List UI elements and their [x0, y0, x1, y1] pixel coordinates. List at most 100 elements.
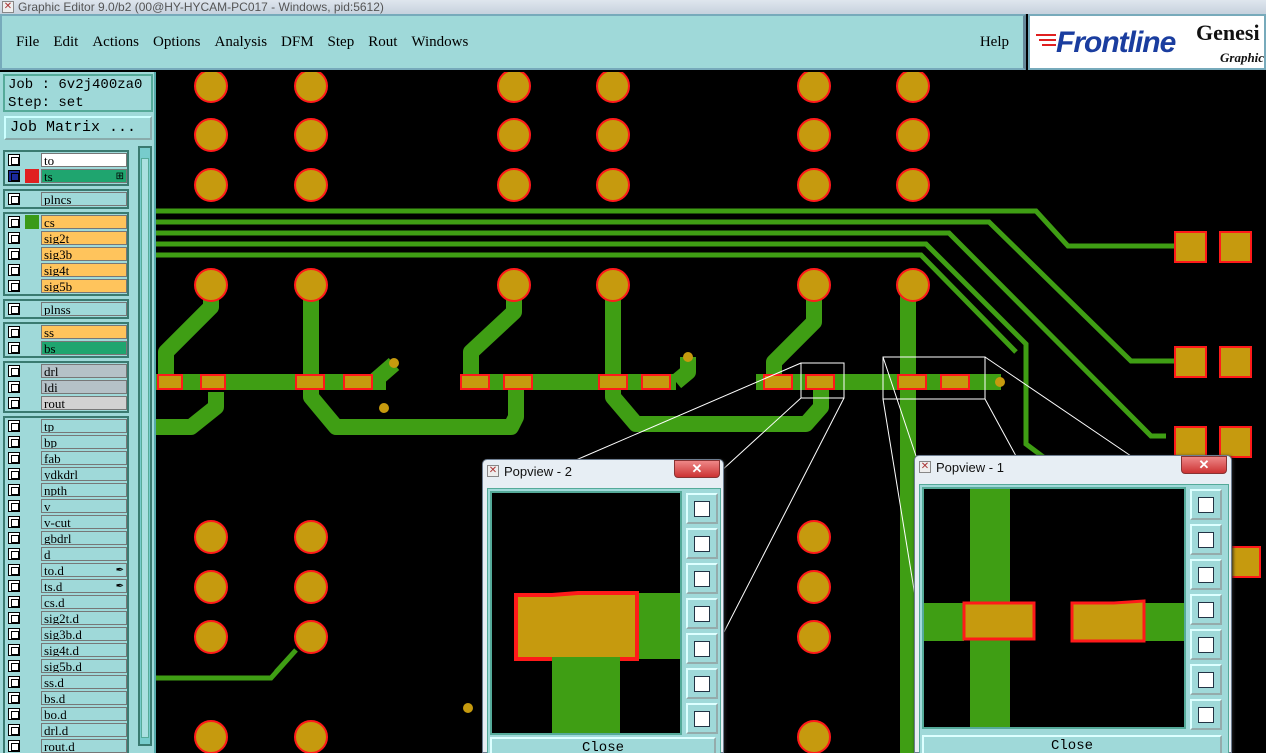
popview-2-close-x[interactable]: ✕ [674, 460, 720, 478]
layer-row-d[interactable]: d [5, 546, 127, 562]
popview-1-close-button[interactable]: Close [922, 735, 1222, 753]
layer-row-drl.d[interactable]: drl.d [5, 722, 127, 738]
layer-display-checkbox[interactable] [8, 170, 20, 182]
layer-display-checkbox[interactable] [8, 612, 20, 624]
layer-display-checkbox[interactable] [8, 724, 20, 736]
menu-step[interactable]: Step [328, 34, 355, 51]
layer-display-checkbox[interactable] [8, 381, 20, 393]
layer-row-plncs[interactable]: plncs [5, 191, 127, 207]
layer-name[interactable]: drl [41, 364, 127, 378]
popview-2-window[interactable]: ✕ Popview - 2 ✕ Close [482, 459, 724, 753]
layer-row-ydkdrl[interactable]: ydkdrl [5, 466, 127, 482]
menu-dfm[interactable]: DFM [281, 34, 314, 51]
layer-row-sig4t.d[interactable]: sig4t.d [5, 642, 127, 658]
layer-display-checkbox[interactable] [8, 264, 20, 276]
layer-display-checkbox[interactable] [8, 484, 20, 496]
layer-row-fab[interactable]: fab [5, 450, 127, 466]
layer-name[interactable]: sig2t.d [41, 611, 127, 625]
layer-name[interactable]: bp [41, 435, 127, 449]
popview-1-view[interactable] [922, 487, 1186, 729]
layer-name[interactable]: to.d ✒ [41, 563, 127, 577]
layer-row-cs[interactable]: cs [5, 214, 127, 230]
layer-row-sig3b.d[interactable]: sig3b.d [5, 626, 127, 642]
layer-display-checkbox[interactable] [8, 548, 20, 560]
pan-down-button[interactable] [686, 563, 718, 594]
layer-name[interactable]: ldi [41, 380, 127, 394]
layer-name[interactable]: bs [41, 341, 127, 355]
layer-name[interactable]: v-cut [41, 515, 127, 529]
pan-left-button[interactable] [686, 598, 718, 629]
layer-name[interactable]: plncs [41, 192, 127, 206]
layer-display-checkbox[interactable] [8, 452, 20, 464]
zoom-out-button[interactable] [1190, 699, 1222, 730]
layer-row-rout[interactable]: rout [5, 395, 127, 411]
layer-row-ldi[interactable]: ldi [5, 379, 127, 395]
layer-row-drl[interactable]: drl [5, 363, 127, 379]
layer-name[interactable]: to [41, 153, 127, 167]
menu-help[interactable]: Help [980, 34, 1009, 51]
layer-display-checkbox[interactable] [8, 580, 20, 592]
layer-display-checkbox[interactable] [8, 232, 20, 244]
layer-display-checkbox[interactable] [8, 365, 20, 377]
layer-name[interactable]: npth [41, 483, 127, 497]
popview-1-close-x[interactable]: ✕ [1181, 456, 1227, 474]
zoom-in-button[interactable] [686, 668, 718, 699]
layer-row-bo.d[interactable]: bo.d [5, 706, 127, 722]
layer-row-v[interactable]: v [5, 498, 127, 514]
layer-name[interactable]: ydkdrl [41, 467, 127, 481]
layer-display-checkbox[interactable] [8, 216, 20, 228]
layer-row-sig3b[interactable]: sig3b [5, 246, 127, 262]
layer-display-checkbox[interactable] [8, 326, 20, 338]
menu-edit[interactable]: Edit [53, 34, 78, 51]
layer-row-bp[interactable]: bp [5, 434, 127, 450]
layer-name[interactable]: cs.d [41, 595, 127, 609]
layer-row-bs[interactable]: bs [5, 340, 127, 356]
layer-name[interactable]: bs.d [41, 691, 127, 705]
zoom-in-button[interactable] [1190, 664, 1222, 695]
layer-name[interactable]: sig3b.d [41, 627, 127, 641]
layer-row-ts.d[interactable]: ts.d ✒ [5, 578, 127, 594]
layer-row-plnss[interactable]: plnss [5, 301, 127, 317]
layer-row-cs.d[interactable]: cs.d [5, 594, 127, 610]
layer-row-rout.d[interactable]: rout.d [5, 738, 127, 753]
layer-name[interactable]: ss [41, 325, 127, 339]
layer-display-checkbox[interactable] [8, 516, 20, 528]
layer-name[interactable]: sig3b [41, 247, 127, 261]
layer-display-checkbox[interactable] [8, 500, 20, 512]
menu-actions[interactable]: Actions [92, 34, 139, 51]
menu-options[interactable]: Options [153, 34, 201, 51]
layer-display-checkbox[interactable] [8, 692, 20, 704]
layer-display-checkbox[interactable] [8, 660, 20, 672]
layer-row-ss[interactable]: ss [5, 324, 127, 340]
layer-row-ts[interactable]: ts ⊞ [5, 168, 127, 184]
layer-row-to[interactable]: to [5, 152, 127, 168]
layer-display-checkbox[interactable] [8, 397, 20, 409]
layer-display-checkbox[interactable] [8, 420, 20, 432]
layer-display-checkbox[interactable] [8, 676, 20, 688]
layer-row-sig5b.d[interactable]: sig5b.d [5, 658, 127, 674]
zoom-out-button[interactable] [686, 703, 718, 734]
layer-row-npth[interactable]: npth [5, 482, 127, 498]
layer-name[interactable]: drl.d [41, 723, 127, 737]
layer-display-checkbox[interactable] [8, 628, 20, 640]
layer-row-ss.d[interactable]: ss.d [5, 674, 127, 690]
layer-name[interactable]: sig4t [41, 263, 127, 277]
layer-name[interactable]: rout.d [41, 739, 127, 753]
layer-display-checkbox[interactable] [8, 154, 20, 166]
layer-display-checkbox[interactable] [8, 280, 20, 292]
pan-up-button[interactable] [686, 528, 718, 559]
layer-display-checkbox[interactable] [8, 644, 20, 656]
layer-name[interactable]: tp [41, 419, 127, 433]
popview-2-close-button[interactable]: Close [490, 737, 716, 753]
layer-display-checkbox[interactable] [8, 193, 20, 205]
pan-right-button[interactable] [686, 633, 718, 664]
layer-display-checkbox[interactable] [8, 740, 20, 752]
pan-right-button[interactable] [1190, 629, 1222, 660]
layer-display-checkbox[interactable] [8, 532, 20, 544]
layer-name[interactable]: sig2t [41, 231, 127, 245]
layer-display-checkbox[interactable] [8, 436, 20, 448]
layer-row-bs.d[interactable]: bs.d [5, 690, 127, 706]
layer-display-checkbox[interactable] [8, 342, 20, 354]
layer-name[interactable]: sig5b [41, 279, 127, 293]
layer-name[interactable]: ss.d [41, 675, 127, 689]
